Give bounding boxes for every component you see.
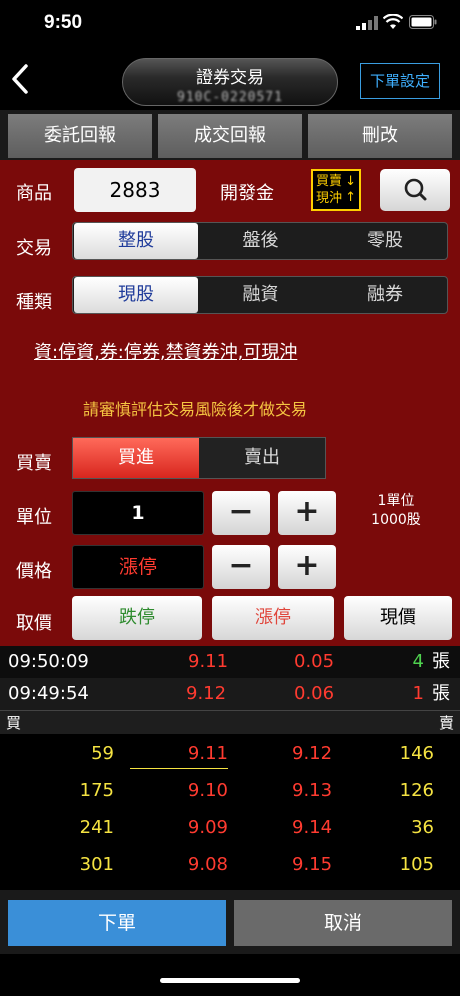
battery-icon <box>409 15 437 29</box>
order-form: 商品 2883 開發金 買賣 現沖 ↓ ↑ 交易 整股 盤後 零股 種類 現股 融… <box>0 160 460 646</box>
product-name: 開發金 <box>220 183 274 204</box>
ask-price: 9.12 <box>292 743 333 764</box>
swap-arrows-icon: ↓ ↑ <box>345 174 356 205</box>
trade-session-segment: 整股 盤後 零股 <box>72 222 448 260</box>
tick-change: 0.05 <box>294 651 335 672</box>
order-book: 59 9.11 9.12 146 175 9.10 9.13 126 241 9… <box>0 734 460 890</box>
back-chevron-icon[interactable] <box>8 62 32 96</box>
margin-notice[interactable]: 資:停資,券:停券,禁資券沖,可現沖 <box>34 338 297 364</box>
search-icon <box>404 178 427 201</box>
unit-note-line2: 1000股 <box>371 512 421 528</box>
trade-option-regular[interactable]: 整股 <box>74 223 198 259</box>
bid-price: 9.08 <box>187 854 228 875</box>
tab-order-report[interactable]: 委託回報 <box>8 114 152 158</box>
home-indicator[interactable] <box>160 978 300 983</box>
tick-qty: 1 <box>412 683 424 704</box>
nav-bar: 證券交易 910C-0220571 下單設定 <box>0 48 460 108</box>
unit-minus-button[interactable]: − <box>212 491 270 535</box>
risk-warning: 請審慎評估交易風險後才做交易 <box>82 400 307 419</box>
submit-order-button[interactable]: 下單 <box>8 900 226 946</box>
trade-option-after-hours[interactable]: 盤後 <box>198 223 323 259</box>
book-row[interactable]: 175 9.10 9.13 126 <box>0 772 460 809</box>
current-price-button[interactable]: 現價 <box>344 596 452 640</box>
ask-price: 9.14 <box>292 817 333 838</box>
ask-qty: 105 <box>399 854 434 875</box>
tick-time: 09:49:54 <box>8 683 89 704</box>
tick-unit: 張 <box>432 683 450 704</box>
tab-modify-delete[interactable]: 刪改 <box>308 114 452 158</box>
trade-ticks: 09:50:09 9.11 0.05 4 張 09:49:54 9.12 0.0… <box>0 646 460 710</box>
page-title-text: 證券交易 <box>196 68 264 88</box>
type-option-margin[interactable]: 融資 <box>198 277 323 313</box>
page-title: 證券交易 910C-0220571 <box>122 58 338 106</box>
limit-up-button[interactable]: 漲停 <box>212 596 334 640</box>
ask-qty: 126 <box>399 780 434 801</box>
price-minus-button[interactable]: − <box>212 545 270 589</box>
type-option-short[interactable]: 融券 <box>323 277 447 313</box>
order-type-segment: 現股 融資 融券 <box>72 276 448 314</box>
cellular-signal-icon <box>356 16 378 30</box>
product-code-input[interactable]: 2883 <box>74 168 196 212</box>
tick-time: 09:50:09 <box>8 651 89 672</box>
search-button[interactable] <box>380 169 450 211</box>
ask-qty: 146 <box>399 743 434 764</box>
book-header: 買 賣 <box>0 710 460 734</box>
tab-fill-report[interactable]: 成交回報 <box>158 114 302 158</box>
tick-change: 0.06 <box>294 683 335 704</box>
bid-price: 9.10 <box>187 780 228 801</box>
tick-row: 09:49:54 9.12 0.06 1 張 <box>0 678 460 710</box>
tick-qty: 4 <box>412 651 424 672</box>
unit-label: 單位 <box>16 507 52 528</box>
pick-price-label: 取價 <box>16 613 52 634</box>
cancel-button[interactable]: 取消 <box>234 900 452 946</box>
price-label: 價格 <box>16 561 52 582</box>
book-row[interactable]: 241 9.09 9.14 36 <box>0 809 460 846</box>
bid-qty: 175 <box>79 780 114 801</box>
best-bid-underline <box>130 768 228 769</box>
price-plus-button[interactable]: + <box>278 545 336 589</box>
sell-button[interactable]: 賣出 <box>199 438 325 478</box>
report-tabs: 委託回報 成交回報 刪改 <box>0 110 460 160</box>
ask-qty: 36 <box>411 817 434 838</box>
type-label: 種類 <box>16 292 52 313</box>
order-settings-button[interactable]: 下單設定 <box>360 63 440 99</box>
unit-note: 1單位 1000股 <box>356 492 436 530</box>
ask-price: 9.15 <box>292 854 333 875</box>
type-option-cash[interactable]: 現股 <box>74 277 198 313</box>
status-time: 9:50 <box>44 12 83 33</box>
bid-price: 9.09 <box>187 817 228 838</box>
bid-qty: 59 <box>91 743 114 764</box>
book-row[interactable]: 59 9.11 9.12 146 <box>0 735 460 772</box>
trade-label: 交易 <box>16 238 52 259</box>
price-input[interactable]: 漲停 <box>72 545 204 589</box>
side-segment: 買進 賣出 <box>72 437 326 479</box>
side-label: 買賣 <box>16 453 52 474</box>
unit-plus-button[interactable]: + <box>278 491 336 535</box>
trade-option-odd-lot[interactable]: 零股 <box>323 223 447 259</box>
day-trade-badge[interactable]: 買賣 現沖 ↓ ↑ <box>311 169 361 211</box>
wifi-icon <box>383 14 403 29</box>
product-label: 商品 <box>16 183 52 204</box>
book-header-buy: 買 <box>6 714 22 732</box>
tick-price: 9.11 <box>188 651 229 672</box>
tick-row: 09:50:09 9.11 0.05 4 張 <box>0 646 460 678</box>
limit-down-button[interactable]: 跌停 <box>72 596 202 640</box>
bid-price: 9.11 <box>187 743 228 764</box>
action-bar: 下單 取消 <box>0 890 460 954</box>
book-header-sell: 賣 <box>438 714 454 732</box>
bid-qty: 301 <box>79 854 114 875</box>
tick-price: 9.12 <box>186 683 227 704</box>
ask-price: 9.13 <box>292 780 333 801</box>
buy-button[interactable]: 買進 <box>73 438 199 478</box>
unit-note-line1: 1單位 <box>377 493 415 509</box>
bid-qty: 241 <box>79 817 114 838</box>
book-row[interactable]: 301 9.08 9.15 105 <box>0 846 460 883</box>
account-number: 910C-0220571 <box>177 90 283 105</box>
status-bar: 9:50 <box>0 0 460 48</box>
unit-quantity-input[interactable]: 1 <box>72 491 204 535</box>
tick-unit: 張 <box>432 651 450 672</box>
